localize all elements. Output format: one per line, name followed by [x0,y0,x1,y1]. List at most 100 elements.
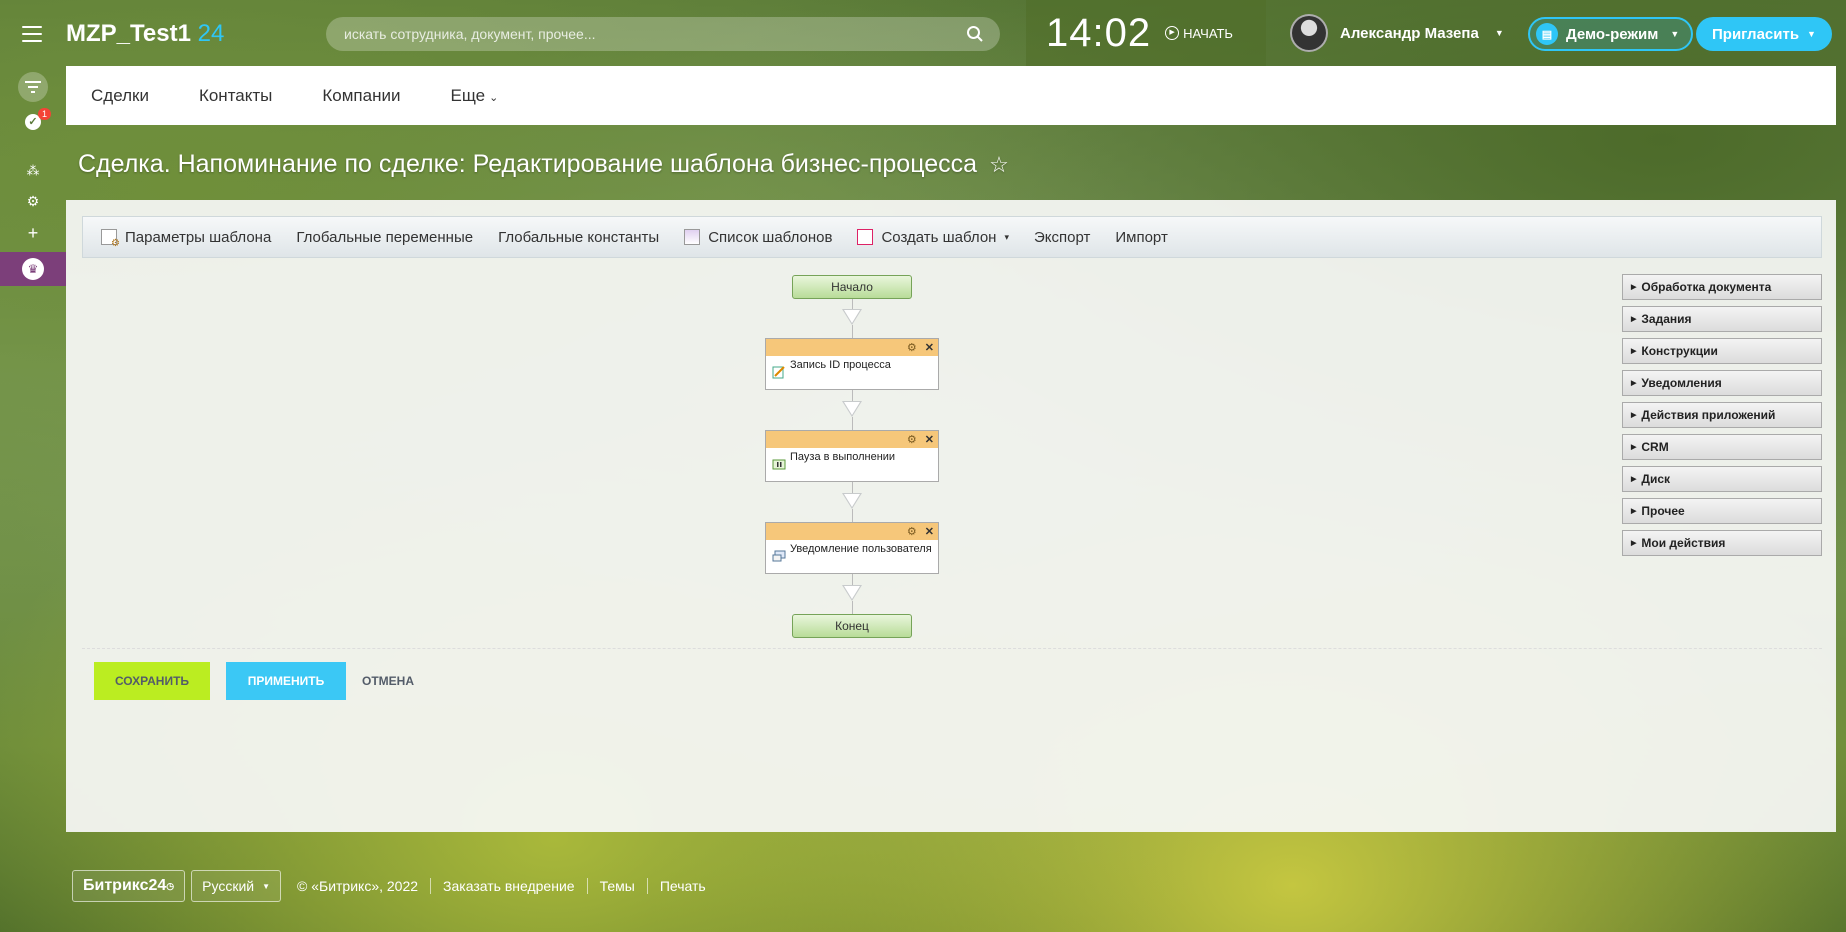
save-button[interactable]: СОХРАНИТЬ [94,662,210,700]
print-link[interactable]: Печать [660,878,706,894]
crown-icon: ♛ [22,258,44,280]
flow-drop-arrow[interactable] [842,585,862,601]
flow-drop-arrow[interactable] [842,401,862,417]
panel-group-document[interactable]: ▶ Обработка документа [1622,274,1822,300]
nav-contacts[interactable]: Контакты [199,86,272,106]
flow-drop-arrow[interactable] [842,493,862,509]
copyright: © «Битрикс», 2022 [297,878,419,894]
close-icon[interactable]: ✕ [925,433,934,446]
close-icon[interactable]: ✕ [925,341,934,354]
panel-group-label: Диск [1641,472,1670,486]
create-template-button[interactable]: Создать шаблон ▾ [857,229,1009,246]
activity-block[interactable]: ⚙ ✕ Уведомление пользователя [765,522,939,574]
start-label: НАЧАТЬ [1183,25,1233,41]
panel-group-app-actions[interactable]: ▶ Действия приложений [1622,402,1822,428]
logo[interactable]: MZP_Test1 24 [66,20,224,48]
chevron-down-icon: ▼ [262,881,271,891]
activity-block[interactable]: ⚙ ✕ Запись ID процесса [765,338,939,390]
triangle-right-icon: ▶ [1631,508,1637,515]
filter-button[interactable] [0,70,66,104]
close-icon[interactable]: ✕ [925,525,934,538]
nav-more-label: Еще [450,85,486,105]
divider [82,648,1822,649]
panel-group-notifications[interactable]: ▶ Уведомления [1622,370,1822,396]
add-icon[interactable]: + [0,222,66,244]
language-label: Русский [202,878,255,894]
invite-label: Пригласить [1712,25,1800,43]
notify-icon [772,550,786,562]
triangle-right-icon: ▶ [1631,476,1637,483]
list-icon [684,229,701,245]
triangle-right-icon: ▶ [1631,412,1637,419]
workarea: Параметры шаблона Глобальные переменные … [66,200,1836,832]
panel-group-label: Конструкции [1641,344,1718,358]
logo-num: 24 [197,20,225,47]
template-list-button[interactable]: Список шаблонов [684,229,832,246]
page-title-text: Сделка. Напоминание по сделке: Редактиро… [78,150,978,178]
activity-header: ⚙ ✕ [766,431,938,448]
panel-group-crm[interactable]: ▶ CRM [1622,434,1822,460]
nav-deals[interactable]: Сделки [91,86,149,106]
chevron-down-icon: ▼ [1670,29,1680,39]
search-icon[interactable] [966,25,984,43]
crown-button[interactable]: ♛ [0,252,66,286]
global-vars-button[interactable]: Глобальные переменные [296,229,473,246]
user-name: Александр Мазепа [1340,24,1479,42]
footer-logo[interactable]: Битрикс24 ◷ [72,870,186,902]
triangle-right-icon: ▶ [1631,444,1637,451]
flow-connector [852,417,853,431]
panel-group-disk[interactable]: ▶ Диск [1622,466,1822,492]
nav-more[interactable]: Еще ⌄ [450,86,498,106]
activities-panel: ▶ Обработка документа ▶ Задания ▶ Конструкц… [1622,274,1822,562]
invite-button[interactable]: Пригласить ▼ [1696,17,1832,51]
global-consts-button[interactable]: Глобальные константы [498,229,659,246]
apply-button[interactable]: ПРИМЕНИТЬ [226,662,346,700]
chevron-down-icon: ▾ [1004,231,1009,242]
nav-companies[interactable]: Компании [322,86,400,106]
panel-group-label: Уведомления [1641,376,1722,390]
header: MZP_Test1 24 14:02 ▶ НАЧАТЬ Александр Ма… [66,0,1846,66]
create-template-label: Создать шаблон [881,228,997,246]
activity-body: Уведомление пользователя [766,540,938,566]
import-button[interactable]: Импорт [1115,229,1167,246]
flow-connector [852,325,853,339]
export-button[interactable]: Экспорт [1034,229,1090,246]
flow-drop-arrow[interactable] [842,309,862,325]
clock-mini-icon: ◷ [166,880,175,891]
activity-block[interactable]: ⚙ ✕ Пауза в выполнении [765,430,939,482]
template-params-label: Параметры шаблона [125,228,272,246]
start-workday-button[interactable]: ▶ НАЧАТЬ [1165,26,1233,41]
panel-group-label: CRM [1641,440,1669,454]
panel-group-other[interactable]: ▶ Прочее [1622,498,1822,524]
triangle-right-icon: ▶ [1631,380,1637,387]
menu-icon[interactable] [22,26,42,42]
user-menu[interactable]: Александр Мазепа ▼ [1290,14,1504,52]
gear-icon[interactable]: ⚙ [907,525,917,538]
tasks-button[interactable]: ✓ 1 [0,108,66,136]
page-title: Сделка. Напоминание по сделке: Редактиро… [78,150,1009,179]
divider [430,878,432,894]
demo-mode-button[interactable]: ▤ Демо-режим ▼ [1528,17,1694,51]
activity-title: Запись ID процесса [790,359,891,371]
chevron-down-icon: ⌄ [489,91,499,104]
import-label: Импорт [1115,228,1168,246]
order-link[interactable]: Заказать внедрение [443,878,575,894]
gear-icon[interactable]: ⚙ [0,190,66,212]
language-select[interactable]: Русский ▼ [191,870,282,902]
panel-group-label: Мои действия [1641,536,1726,550]
panel-group-my-actions[interactable]: ▶ Мои действия [1622,530,1822,556]
crm-nav: Сделки Контакты Компании Еще ⌄ [66,66,1836,125]
flow-connector [852,601,853,615]
gear-icon[interactable]: ⚙ [907,341,917,354]
cancel-button[interactable]: ОТМЕНА [362,662,414,700]
gear-icon[interactable]: ⚙ [907,433,917,446]
sitemap-icon[interactable]: ⁂ [0,160,66,182]
panel-group-constructions[interactable]: ▶ Конструкции [1622,338,1822,364]
search-input[interactable] [326,17,1000,51]
panel-group-tasks[interactable]: ▶ Задания [1622,306,1822,332]
star-icon[interactable]: ☆ [989,152,1009,178]
themes-link[interactable]: Темы [600,878,635,894]
left-rail: ✓ 1 ⁂ ⚙ + ♛ [0,0,66,300]
template-params-button[interactable]: Параметры шаблона [101,228,272,249]
clock: 14:02 [1046,10,1152,55]
